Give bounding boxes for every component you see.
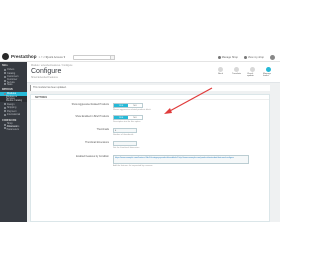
puzzle-icon [4, 92, 6, 95]
logo[interactable]: PrestaShop 1.7.2.5 [2, 53, 47, 60]
hook-icon [266, 67, 271, 72]
orders-icon [4, 68, 6, 71]
toolbar-label: Translate [231, 73, 242, 75]
toolbar-label: Back [218, 73, 223, 75]
sidebar-item-advanced-parameters[interactable]: Advanced Parameters [0, 125, 27, 132]
back-icon [218, 67, 223, 72]
toolbar-label: Check update [247, 73, 254, 77]
toggle-no[interactable]: NO [128, 116, 142, 119]
customers-icon [4, 75, 6, 78]
field-control: https://www.example.com/features?id=1&ca… [113, 155, 249, 167]
page-title: Configure [31, 68, 62, 75]
view-shop-label: View my shop [247, 56, 264, 59]
field-control: YES NO Description text for this option [113, 115, 173, 123]
sidebar-item-label: Catalog [7, 71, 16, 75]
stats-icon [4, 83, 6, 86]
field-control: Set the thumbnail dimension [113, 141, 173, 149]
sidebar-item-label: Payment [7, 109, 17, 113]
annotation-arrow [164, 87, 213, 114]
refresh-icon [250, 67, 255, 72]
toggle-yes[interactable]: YES [114, 104, 128, 107]
breadcrumb[interactable]: Module / extended-features / Configure [31, 64, 72, 67]
sidebar-item-label: Stats [7, 82, 13, 86]
field-label: Show Enabled in Brief Products [75, 115, 109, 118]
gear-icon [4, 127, 6, 130]
search-input[interactable] [73, 54, 111, 60]
help-text: Description text for this option [113, 120, 141, 123]
translate-button[interactable]: Translate [231, 67, 242, 77]
card-icon [4, 110, 6, 113]
manage-shop-label: Manage Shop [221, 56, 238, 59]
globe-icon [4, 113, 6, 116]
sidebar-item-label: Shipping [7, 106, 17, 110]
field-control: 4 Number of thumbnails [113, 128, 173, 136]
top-header: PrestaShop 1.7.2.5 Quick Access ▾ Manage… [0, 52, 280, 62]
sidebar-item-label: International [7, 113, 21, 117]
sidebar-item-label: Modules [7, 92, 17, 96]
enabled-features-textarea[interactable]: https://www.example.com/features?id=1&ca… [113, 155, 249, 164]
catalog-icon [4, 72, 6, 75]
sidebar-submenu: Modules & Services Module Catalog [0, 95, 27, 103]
info-alert: This module has been updated. [30, 85, 270, 91]
avatar[interactable] [270, 55, 275, 60]
panel-title: SETTINGS [31, 95, 269, 100]
manage-shop-link[interactable]: Manage Shop [217, 56, 238, 59]
field-label: Show Aggressive Related Products [71, 103, 109, 106]
settings-panel: SETTINGS Show Aggressive Related Product… [30, 94, 270, 222]
aggressive-related-toggle[interactable]: YES NO [113, 103, 143, 108]
textarea-content: https://www.example.com/features?id=1&ca… [115, 156, 234, 159]
field-label: Thumbnails [96, 128, 109, 131]
page-head: Module / extended-features / Configure C… [27, 62, 280, 83]
field-label: Thumbnail dimensions [85, 141, 109, 144]
help-text: Add the features list separated by comma… [113, 165, 153, 167]
flag-icon [234, 67, 239, 72]
toggle-yes[interactable]: YES [114, 116, 128, 119]
shop-icon [217, 56, 221, 59]
sidebar: SELL Orders Catalog Customers Customer S… [0, 62, 27, 222]
top-right-nav: Manage Shop View my shop [217, 55, 275, 60]
sidebar-item-label: Orders [7, 68, 15, 72]
screenshot-frame: PrestaShop 1.7.2.5 Quick Access ▾ Manage… [0, 52, 280, 222]
quick-access-dropdown[interactable]: Quick Access ▾ [46, 55, 65, 59]
back-button[interactable]: Back [215, 67, 226, 77]
eye-icon [243, 56, 247, 59]
view-shop-link[interactable]: View my shop [243, 56, 264, 59]
page-subtitle: Show Extended Features [31, 76, 58, 79]
manage-hooks-button[interactable]: Manage hooks [263, 67, 274, 77]
help-text: Set the thumbnail dimension [113, 146, 140, 149]
brief-products-toggle[interactable]: YES NO [113, 115, 143, 120]
logo-text: PrestaShop [11, 54, 37, 59]
design-icon [4, 103, 6, 106]
page-toolbar: Back Translate Check update Manage hooks [215, 67, 274, 77]
toolbar-label: Manage hooks [263, 73, 271, 77]
truck-icon [4, 106, 6, 109]
check-update-button[interactable]: Check update [247, 67, 258, 77]
help-text: Number of thumbnails [113, 133, 134, 136]
toggle-no[interactable]: NO [128, 104, 142, 107]
sidebar-item-label: Design [7, 102, 15, 106]
thumbnail-dimensions-input[interactable] [113, 141, 137, 146]
prestashop-logo-icon [2, 53, 9, 60]
sidebar-item-label: Advanced Parameters [6, 125, 19, 132]
thumbnails-input[interactable]: 4 [113, 128, 137, 133]
search-icon[interactable] [110, 54, 115, 60]
chat-icon [4, 79, 6, 82]
field-label: Enabled Features by Condition [76, 155, 109, 158]
